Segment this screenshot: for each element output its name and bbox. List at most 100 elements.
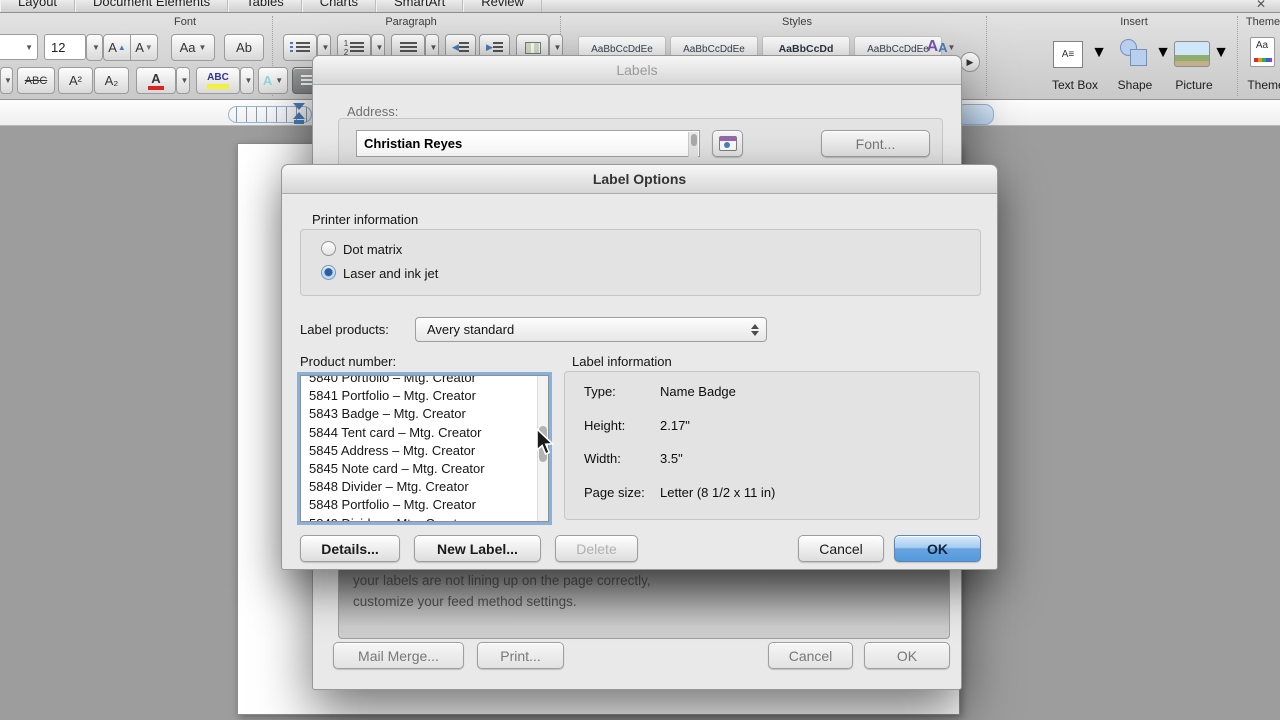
ribbon-tab[interactable]: Review <box>463 0 542 12</box>
label-options-dialog: Label Options Printer information Dot ma… <box>281 164 998 570</box>
ribbon-tab-label: Review <box>481 0 524 12</box>
laser-ink-jet-label[interactable]: Laser and ink jet <box>343 266 438 281</box>
product-list-item[interactable]: 5845 Note card – Mtg. Creator <box>301 460 537 478</box>
label-options-titlebar[interactable]: Label Options <box>282 165 997 194</box>
product-list-item[interactable]: 5841 Portfolio – Mtg. Creator <box>301 387 537 405</box>
ribbon-tab[interactable]: Layout <box>0 0 75 12</box>
shape-dropdown-icon[interactable]: ▼ <box>1156 45 1170 61</box>
text-effects-button[interactable]: A▼ <box>258 67 288 94</box>
label-options-title: Label Options <box>593 171 686 187</box>
font-size-value: 12 <box>51 40 65 55</box>
theme-icon: Aa <box>1250 37 1275 67</box>
columns-icon <box>525 42 541 54</box>
address-scrollbar[interactable] <box>688 132 698 157</box>
font-name-combo[interactable]: ▼ <box>0 34 38 60</box>
mouse-cursor-icon <box>534 428 556 458</box>
dot-matrix-radio[interactable] <box>321 241 336 256</box>
text-box-dropdown-icon[interactable]: ▼ <box>1092 45 1106 61</box>
insert-group-label: Insert <box>1120 16 1148 28</box>
bullets-button[interactable] <box>283 34 317 61</box>
product-list-item[interactable]: 5848 Divider – Mtg. Creator <box>301 478 537 496</box>
ribbon-tab[interactable]: Charts <box>302 0 376 12</box>
font-button[interactable]: Font... <box>821 130 930 157</box>
label-info-value: Letter (8 1/2 x 11 in) <box>660 485 775 519</box>
label-info-row: Width: 3.5" <box>584 451 980 485</box>
ribbon-tab[interactable]: Tables <box>228 0 302 12</box>
product-list-item[interactable]: 5843 Badge – Mtg. Creator <box>301 405 537 423</box>
label-products-dropdown[interactable]: Avery standard <box>415 317 767 342</box>
ribbon-tab[interactable]: SmartArt <box>376 0 463 12</box>
clear-formatting-button[interactable]: Ab <box>224 34 264 61</box>
address-input[interactable]: Christian Reyes <box>356 130 700 157</box>
address-book-icon <box>719 136 737 151</box>
text-box-icon: A≡ <box>1053 41 1083 68</box>
picture-icon <box>1174 41 1210 67</box>
details-button[interactable]: Details... <box>300 535 400 562</box>
shape-button[interactable] <box>1114 35 1154 73</box>
laser-ink-jet-radio[interactable] <box>321 265 336 280</box>
highlight-button[interactable]: ABC <box>196 67 240 94</box>
ribbon-tab-label: Tables <box>246 0 284 12</box>
delete-button[interactable]: Delete <box>555 535 638 562</box>
labels-dialog-title: Labels <box>616 62 657 78</box>
label-information-rows: Type: Name Badge Height: 2.17" Width: 3.… <box>564 371 980 520</box>
font-size-input[interactable]: 12 <box>44 34 86 60</box>
cancel-button[interactable]: Cancel <box>798 535 884 562</box>
product-list-item[interactable]: 5845 Address – Mtg. Creator <box>301 442 537 460</box>
label-info-row: Height: 2.17" <box>584 418 980 452</box>
font-color-dropdown-icon[interactable]: ▼ <box>176 67 190 94</box>
shape-label: Shape <box>1104 78 1166 92</box>
printer-information-groupbox <box>300 229 981 296</box>
ribbon-tab-label: Document Elements <box>93 0 210 12</box>
labels-cancel-button[interactable]: Cancel <box>768 642 853 669</box>
word-window: Layout Document Elements Tables Charts S… <box>0 0 1280 720</box>
strikethrough-button[interactable]: ABC <box>17 67 55 94</box>
product-list-item[interactable]: 5848 Portfolio – Mtg. Creator <box>301 496 537 514</box>
dot-matrix-label[interactable]: Dot matrix <box>343 242 402 257</box>
theme-button-label: Theme <box>1240 78 1280 92</box>
overflow-dropdown-icon[interactable]: ▼ <box>0 67 13 94</box>
superscript-button[interactable]: A² <box>58 67 93 94</box>
theme-button[interactable]: Aa <box>1248 33 1276 71</box>
label-info-key: Page size: <box>584 485 660 519</box>
font-color-button[interactable]: A <box>136 67 176 94</box>
bullet-list-icon <box>290 42 293 53</box>
label-info-key: Height: <box>584 418 660 452</box>
change-case-button[interactable]: Aa▼ <box>171 34 215 61</box>
shrink-font-button[interactable]: A▼ <box>130 34 158 61</box>
print-button[interactable]: Print... <box>477 642 564 669</box>
shape-icon <box>1118 39 1150 69</box>
label-info-row: Type: Name Badge <box>584 384 980 418</box>
subscript-button[interactable]: A₂ <box>94 67 129 94</box>
ribbon-tab-label: Charts <box>320 0 358 12</box>
product-list-item[interactable]: 5844 Tent card – Mtg. Creator <box>301 424 537 442</box>
indent-marker-icon[interactable] <box>293 103 306 124</box>
picture-dropdown-icon[interactable]: ▼ <box>1214 45 1228 61</box>
product-list-item[interactable]: 5849 Divider – Mtg. Creator <box>301 515 537 523</box>
picture-button[interactable] <box>1172 37 1212 71</box>
highlight-dropdown-icon[interactable]: ▼ <box>240 67 254 94</box>
group-divider <box>1237 16 1238 96</box>
insert-address-button[interactable] <box>712 130 743 157</box>
product-list-item[interactable]: 5840 Portfolio – Mtg. Creator <box>301 375 537 387</box>
font-size-dropdown-icon[interactable]: ▼ <box>86 34 103 61</box>
new-label-button[interactable]: New Label... <box>414 535 541 562</box>
product-list-items: 5840 Portfolio – Mtg. Creator 5841 Portf… <box>301 375 537 522</box>
indent-icon <box>493 42 503 53</box>
paragraph-group-label: Paragraph <box>385 16 436 28</box>
text-box-button[interactable]: A≡ <box>1048 35 1088 73</box>
product-number-list[interactable]: 5840 Portfolio – Mtg. Creator 5841 Portf… <box>300 375 549 522</box>
grow-font-button[interactable]: A▲ <box>103 34 131 61</box>
label-info-key: Type: <box>584 384 660 418</box>
styles-gallery-expand-icon[interactable]: ▶ <box>960 52 980 72</box>
mail-merge-button[interactable]: Mail Merge... <box>333 642 464 669</box>
ribbon-tab[interactable]: Document Elements <box>75 0 228 12</box>
ok-button[interactable]: OK <box>894 535 981 562</box>
labels-ok-button[interactable]: OK <box>864 642 950 669</box>
label-info-value: 3.5" <box>660 451 683 485</box>
labels-dialog-titlebar[interactable]: Labels <box>313 56 961 85</box>
styles-group-label: Styles <box>782 16 812 28</box>
label-info-key: Width: <box>584 451 660 485</box>
ribbon-tab-label: Layout <box>18 0 57 12</box>
collapse-ribbon-icon[interactable]: ✕ <box>1256 0 1266 11</box>
